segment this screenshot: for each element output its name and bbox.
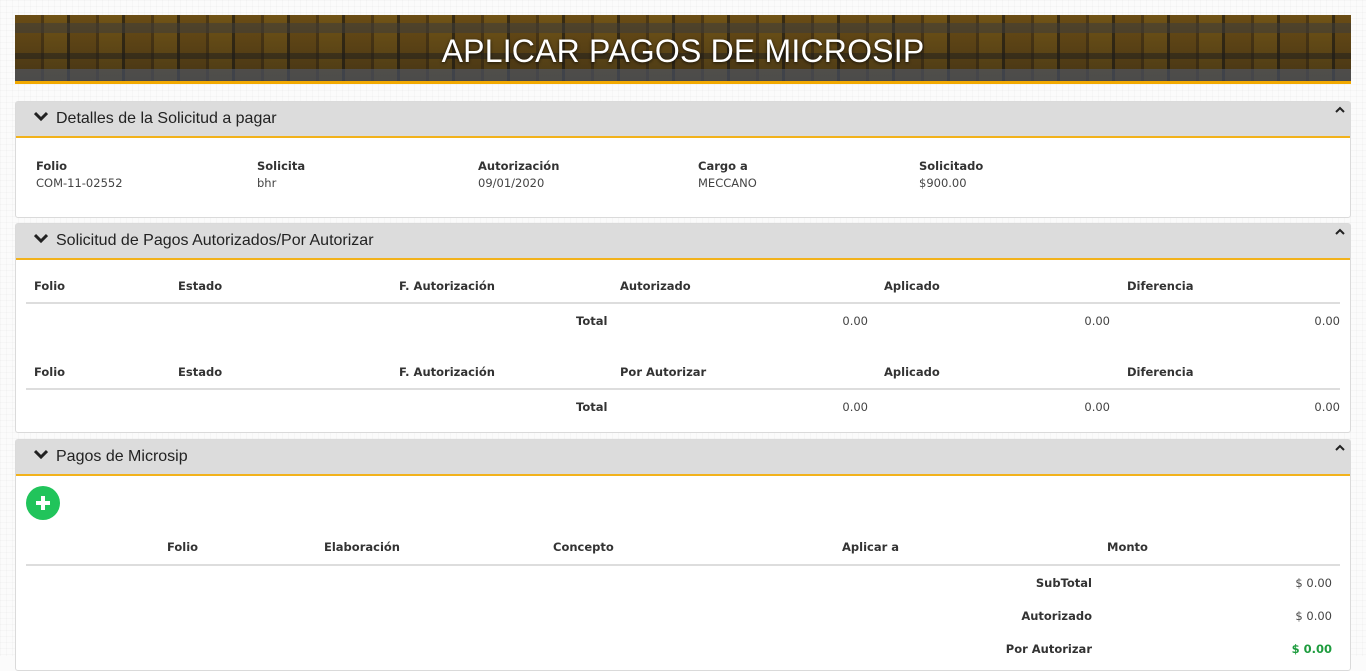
- column-header: Aplicar a: [842, 540, 900, 554]
- por-autorizar-label: Por Autorizar: [1005, 642, 1092, 656]
- total-diferencia: 0.00: [1314, 314, 1340, 328]
- collapse-caret-icon[interactable]: [1335, 228, 1345, 236]
- detail-cargo-a: Cargo a MECCANO: [698, 159, 757, 190]
- detail-value: bhr: [257, 176, 277, 190]
- detail-value: COM-11-02552: [36, 176, 123, 190]
- autorizado-value: $ 0.00: [1295, 609, 1332, 623]
- plus-icon: [36, 496, 50, 510]
- detalles-panel-header[interactable]: Detalles de la Solicitud a pagar: [16, 102, 1350, 138]
- column-header: Autorizado: [620, 279, 691, 293]
- column-header: F. Autorización: [399, 279, 495, 293]
- column-header: Elaboración: [324, 540, 400, 554]
- solicitud-pagos-panel-header[interactable]: Solicitud de Pagos Autorizados/Por Autor…: [16, 224, 1350, 260]
- total-autorizado: 0.00: [842, 314, 868, 328]
- column-header: Por Autorizar: [620, 365, 707, 379]
- page-title: APLICAR PAGOS DE MICROSIP: [441, 33, 925, 69]
- collapse-caret-icon[interactable]: [1335, 444, 1345, 452]
- detail-solicitado: Solicitado $900.00: [919, 159, 983, 190]
- column-header: Folio: [34, 365, 66, 379]
- subtotal-label: SubTotal: [1035, 576, 1092, 590]
- column-header: Folio: [167, 540, 199, 554]
- subtotal-value: $ 0.00: [1295, 576, 1332, 590]
- column-header: Concepto: [553, 540, 614, 554]
- total-por-autorizar: 0.00: [842, 400, 868, 414]
- solicitud-pagos-panel: Solicitud de Pagos Autorizados/Por Autor…: [15, 223, 1351, 433]
- total-label: Total: [576, 400, 608, 414]
- column-header: Diferencia: [1127, 279, 1194, 293]
- por-autorizar-value: $ 0.00: [1291, 642, 1332, 656]
- autorizado-label: Autorizado: [1021, 609, 1092, 623]
- detail-folio: Folio COM-11-02552: [36, 159, 123, 190]
- column-header: Aplicado: [884, 365, 940, 379]
- collapse-caret-icon[interactable]: [1335, 106, 1345, 114]
- pagos-microsip-title: Pagos de Microsip: [56, 448, 188, 465]
- detail-label: Solicitado: [919, 159, 984, 173]
- column-header: Folio: [34, 279, 66, 293]
- detail-solicita: Solicita bhr: [257, 159, 305, 190]
- detail-value: MECCANO: [698, 176, 757, 190]
- detail-label: Autorización: [478, 159, 560, 173]
- table-divider: [26, 388, 1340, 390]
- add-payment-button[interactable]: [26, 486, 60, 520]
- column-header: Diferencia: [1127, 365, 1194, 379]
- chevron-down-icon[interactable]: [34, 449, 48, 461]
- column-header: Aplicado: [884, 279, 940, 293]
- detalles-title: Detalles de la Solicitud a pagar: [56, 110, 277, 127]
- solicitud-pagos-title: Solicitud de Pagos Autorizados/Por Autor…: [56, 232, 374, 249]
- detail-value: 09/01/2020: [478, 176, 545, 190]
- detalles-panel: Detalles de la Solicitud a pagar Folio C…: [15, 101, 1351, 218]
- total-aplicado: 0.00: [1084, 314, 1110, 328]
- table-divider: [26, 302, 1340, 304]
- column-header: F. Autorización: [399, 365, 495, 379]
- detail-autorizacion: Autorización 09/01/2020: [478, 159, 559, 190]
- column-header: Estado: [178, 279, 223, 293]
- detail-label: Solicita: [257, 159, 306, 173]
- detail-label: Folio: [36, 159, 68, 173]
- chevron-down-icon[interactable]: [34, 111, 48, 123]
- pagos-microsip-panel: Pagos de Microsip Folio Elaboración Conc…: [15, 439, 1351, 671]
- total-label: Total: [576, 314, 608, 328]
- column-header: Estado: [178, 365, 223, 379]
- total-diferencia: 0.00: [1314, 400, 1340, 414]
- column-header: Monto: [1107, 540, 1148, 554]
- page-banner: APLICAR PAGOS DE MICROSIP: [15, 15, 1351, 84]
- total-aplicado: 0.00: [1084, 400, 1110, 414]
- detail-value: $900.00: [919, 176, 967, 190]
- detail-label: Cargo a: [698, 159, 748, 173]
- pagos-microsip-panel-header[interactable]: Pagos de Microsip: [16, 440, 1350, 476]
- table-divider: [26, 564, 1340, 566]
- chevron-down-icon[interactable]: [34, 233, 48, 245]
